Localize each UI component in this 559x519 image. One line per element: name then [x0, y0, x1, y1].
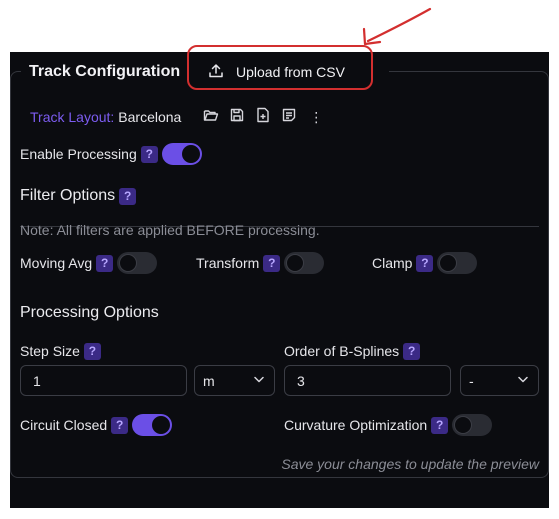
- chevron-down-icon: [252, 372, 266, 389]
- moving-avg-toggle[interactable]: [117, 252, 158, 274]
- panel-title: Track Configuration: [29, 63, 181, 80]
- bspline-label-row: Order of B-Splines ?: [284, 341, 421, 361]
- filter-clamp: Clamp ?: [372, 251, 478, 275]
- step-size-label-row: Step Size ?: [20, 341, 101, 361]
- clamp-toggle[interactable]: [437, 252, 478, 274]
- bspline-option-select[interactable]: -: [460, 365, 539, 396]
- help-icon[interactable]: ?: [403, 342, 421, 360]
- upload-icon: [208, 63, 224, 82]
- save-hint-text: Save your changes to update the preview: [281, 456, 539, 472]
- filter-note: Note: All filters are applied BEFORE pro…: [20, 222, 320, 238]
- enable-processing-toggle[interactable]: [161, 143, 202, 165]
- track-layout-row: Track Layout: Barcelona ⋮: [30, 107, 323, 127]
- processing-options-title: Processing Options: [20, 304, 159, 321]
- circuit-closed-row: Circuit Closed ?: [20, 413, 173, 437]
- chevron-down-icon: [516, 372, 530, 389]
- step-size-unit-value: m: [203, 372, 215, 389]
- bspline-option-value: -: [469, 372, 474, 389]
- curvature-optimization-row: Curvature Optimization ?: [284, 413, 493, 437]
- help-icon[interactable]: ?: [431, 416, 449, 434]
- processing-options-heading: Processing Options: [20, 302, 159, 324]
- more-vertical-icon[interactable]: ⋮: [309, 109, 323, 126]
- clamp-label: Clamp: [372, 255, 413, 271]
- help-icon[interactable]: ?: [416, 254, 434, 272]
- curvature-optimization-label: Curvature Optimization: [284, 417, 428, 433]
- bspline-order-label: Order of B-Splines: [284, 343, 400, 359]
- filter-moving-avg: Moving Avg ?: [20, 251, 158, 275]
- footer-hint-row: Save your changes to update the preview: [281, 455, 539, 473]
- moving-avg-label: Moving Avg: [20, 255, 93, 271]
- track-layout-value: Barcelona: [118, 109, 182, 125]
- step-size-label: Step Size: [20, 343, 80, 359]
- help-icon[interactable]: ?: [83, 342, 101, 360]
- transform-label: Transform: [196, 255, 260, 271]
- help-icon[interactable]: ?: [263, 254, 281, 272]
- filter-options-title: Filter Options: [20, 187, 116, 204]
- curvature-optimization-toggle[interactable]: [452, 414, 493, 436]
- filter-note-row: Note: All filters are applied BEFORE pro…: [20, 221, 320, 239]
- file-text-icon[interactable]: [281, 107, 297, 128]
- transform-toggle[interactable]: [284, 252, 325, 274]
- filter-transform: Transform ?: [196, 251, 325, 275]
- step-size-unit-select[interactable]: m: [194, 365, 275, 396]
- folder-open-icon[interactable]: [203, 107, 219, 128]
- upload-csv-button[interactable]: Upload from CSV: [200, 54, 370, 90]
- circuit-closed-toggle[interactable]: [132, 414, 173, 436]
- help-icon[interactable]: ?: [111, 416, 129, 434]
- circuit-closed-label: Circuit Closed: [20, 417, 108, 433]
- upload-csv-label: Upload from CSV: [236, 64, 345, 80]
- help-icon[interactable]: ?: [119, 187, 137, 205]
- help-icon[interactable]: ?: [140, 145, 158, 163]
- bspline-order-input[interactable]: 3: [284, 365, 451, 396]
- step-size-input[interactable]: 1: [20, 365, 187, 396]
- track-configuration-panel: Track Configuration Upload from CSV Trac…: [10, 52, 549, 508]
- enable-processing-label: Enable Processing: [20, 146, 137, 162]
- annotation-arrow: [362, 7, 432, 46]
- save-icon[interactable]: [229, 107, 245, 128]
- filter-options-heading: Filter Options ?: [20, 185, 137, 207]
- file-plus-icon[interactable]: [255, 107, 271, 128]
- enable-processing-row: Enable Processing ?: [20, 142, 202, 166]
- track-layout-label: Track Layout:: [30, 109, 115, 125]
- help-icon[interactable]: ?: [96, 254, 114, 272]
